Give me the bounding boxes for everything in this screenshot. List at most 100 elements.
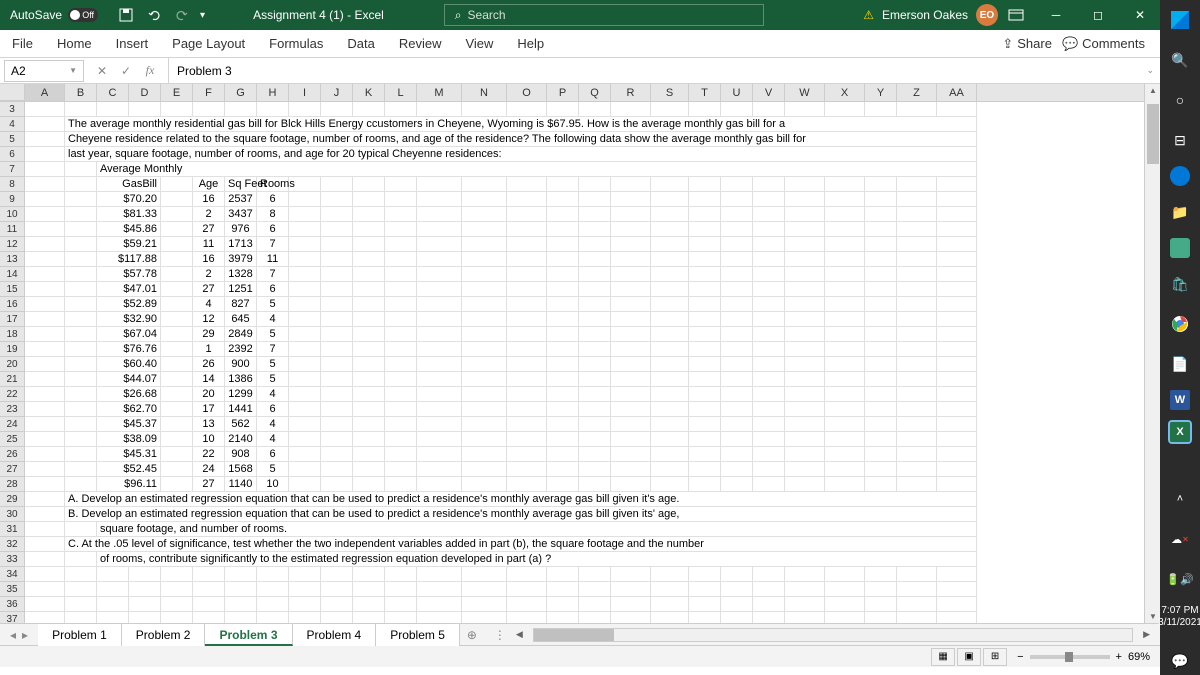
- cell[interactable]: [651, 177, 689, 192]
- cell[interactable]: [321, 252, 353, 267]
- cell[interactable]: 26: [193, 357, 225, 372]
- cell[interactable]: [897, 252, 937, 267]
- cell[interactable]: [547, 372, 579, 387]
- cell[interactable]: [65, 462, 97, 477]
- cell[interactable]: [689, 372, 721, 387]
- cell[interactable]: $44.07: [97, 372, 161, 387]
- cell[interactable]: [321, 447, 353, 462]
- cell[interactable]: [825, 387, 865, 402]
- cell[interactable]: $96.11: [97, 477, 161, 492]
- cell[interactable]: 20: [193, 387, 225, 402]
- cell[interactable]: [689, 192, 721, 207]
- cell[interactable]: [579, 417, 611, 432]
- column-header[interactable]: D: [129, 84, 161, 101]
- column-header[interactable]: B: [65, 84, 97, 101]
- cell[interactable]: [289, 447, 321, 462]
- cell[interactable]: [937, 222, 977, 237]
- cell[interactable]: [385, 477, 417, 492]
- cell[interactable]: [651, 252, 689, 267]
- cell[interactable]: [289, 462, 321, 477]
- cell[interactable]: [865, 192, 897, 207]
- cell[interactable]: [462, 312, 507, 327]
- store-icon[interactable]: 🛍: [1166, 270, 1194, 298]
- cell[interactable]: 4: [257, 312, 289, 327]
- cell[interactable]: [611, 372, 651, 387]
- cell[interactable]: [825, 432, 865, 447]
- cell[interactable]: [462, 417, 507, 432]
- cell[interactable]: [825, 207, 865, 222]
- cell[interactable]: [611, 567, 651, 582]
- cell[interactable]: [353, 267, 385, 282]
- cell[interactable]: [689, 402, 721, 417]
- cell[interactable]: [753, 177, 785, 192]
- cell[interactable]: [25, 612, 65, 623]
- cell[interactable]: [547, 387, 579, 402]
- cell[interactable]: [721, 612, 753, 623]
- column-header[interactable]: R: [611, 84, 651, 101]
- cell[interactable]: [579, 402, 611, 417]
- cell[interactable]: $47.01: [97, 282, 161, 297]
- cell[interactable]: [721, 207, 753, 222]
- cancel-formula-icon[interactable]: ✕: [92, 64, 112, 78]
- cell[interactable]: [462, 597, 507, 612]
- cell[interactable]: [937, 267, 977, 282]
- cell[interactable]: [161, 207, 193, 222]
- cell[interactable]: [753, 207, 785, 222]
- cell[interactable]: [785, 582, 825, 597]
- cell[interactable]: [225, 582, 257, 597]
- cell[interactable]: [689, 102, 721, 117]
- cell[interactable]: $117.88: [97, 252, 161, 267]
- cell[interactable]: [385, 237, 417, 252]
- column-header[interactable]: X: [825, 84, 865, 101]
- row-header[interactable]: 34: [0, 567, 25, 582]
- cortana-icon[interactable]: ○: [1166, 86, 1194, 114]
- cell[interactable]: [507, 342, 547, 357]
- cell[interactable]: 6: [257, 447, 289, 462]
- row-header[interactable]: 33: [0, 552, 25, 567]
- row-header[interactable]: 14: [0, 267, 25, 282]
- cell[interactable]: [417, 192, 462, 207]
- cell[interactable]: [579, 102, 611, 117]
- cell[interactable]: 27: [193, 222, 225, 237]
- row-header[interactable]: 26: [0, 447, 25, 462]
- column-header[interactable]: E: [161, 84, 193, 101]
- cell[interactable]: [385, 402, 417, 417]
- cell[interactable]: [785, 612, 825, 623]
- cell[interactable]: [753, 402, 785, 417]
- cell[interactable]: [753, 417, 785, 432]
- cell[interactable]: [611, 582, 651, 597]
- cell[interactable]: [161, 282, 193, 297]
- cell[interactable]: [417, 462, 462, 477]
- cell[interactable]: 22: [193, 447, 225, 462]
- cell[interactable]: [25, 252, 65, 267]
- cell[interactable]: [353, 312, 385, 327]
- cell[interactable]: [321, 582, 353, 597]
- cell[interactable]: [651, 207, 689, 222]
- cell[interactable]: [825, 597, 865, 612]
- cell[interactable]: [417, 477, 462, 492]
- column-header[interactable]: Y: [865, 84, 897, 101]
- cell[interactable]: [289, 432, 321, 447]
- cell[interactable]: [25, 477, 65, 492]
- cell[interactable]: [547, 237, 579, 252]
- cell[interactable]: [417, 207, 462, 222]
- cell[interactable]: [689, 312, 721, 327]
- cell[interactable]: 6: [257, 192, 289, 207]
- close-button[interactable]: ✕: [1120, 0, 1160, 30]
- cell[interactable]: [321, 192, 353, 207]
- cell[interactable]: [417, 102, 462, 117]
- cell[interactable]: [65, 102, 97, 117]
- cell[interactable]: [753, 342, 785, 357]
- cell[interactable]: [353, 402, 385, 417]
- ribbon-display-icon[interactable]: [1006, 5, 1026, 25]
- cell[interactable]: [25, 267, 65, 282]
- cell[interactable]: [507, 357, 547, 372]
- cell[interactable]: [353, 567, 385, 582]
- cell[interactable]: [897, 402, 937, 417]
- windows-start-icon[interactable]: [1166, 6, 1194, 34]
- cell[interactable]: [385, 432, 417, 447]
- chevron-down-icon[interactable]: ⌄: [1140, 65, 1160, 76]
- sheet-nav-next[interactable]: ▸: [22, 628, 28, 642]
- cell[interactable]: [937, 417, 977, 432]
- cell[interactable]: [65, 357, 97, 372]
